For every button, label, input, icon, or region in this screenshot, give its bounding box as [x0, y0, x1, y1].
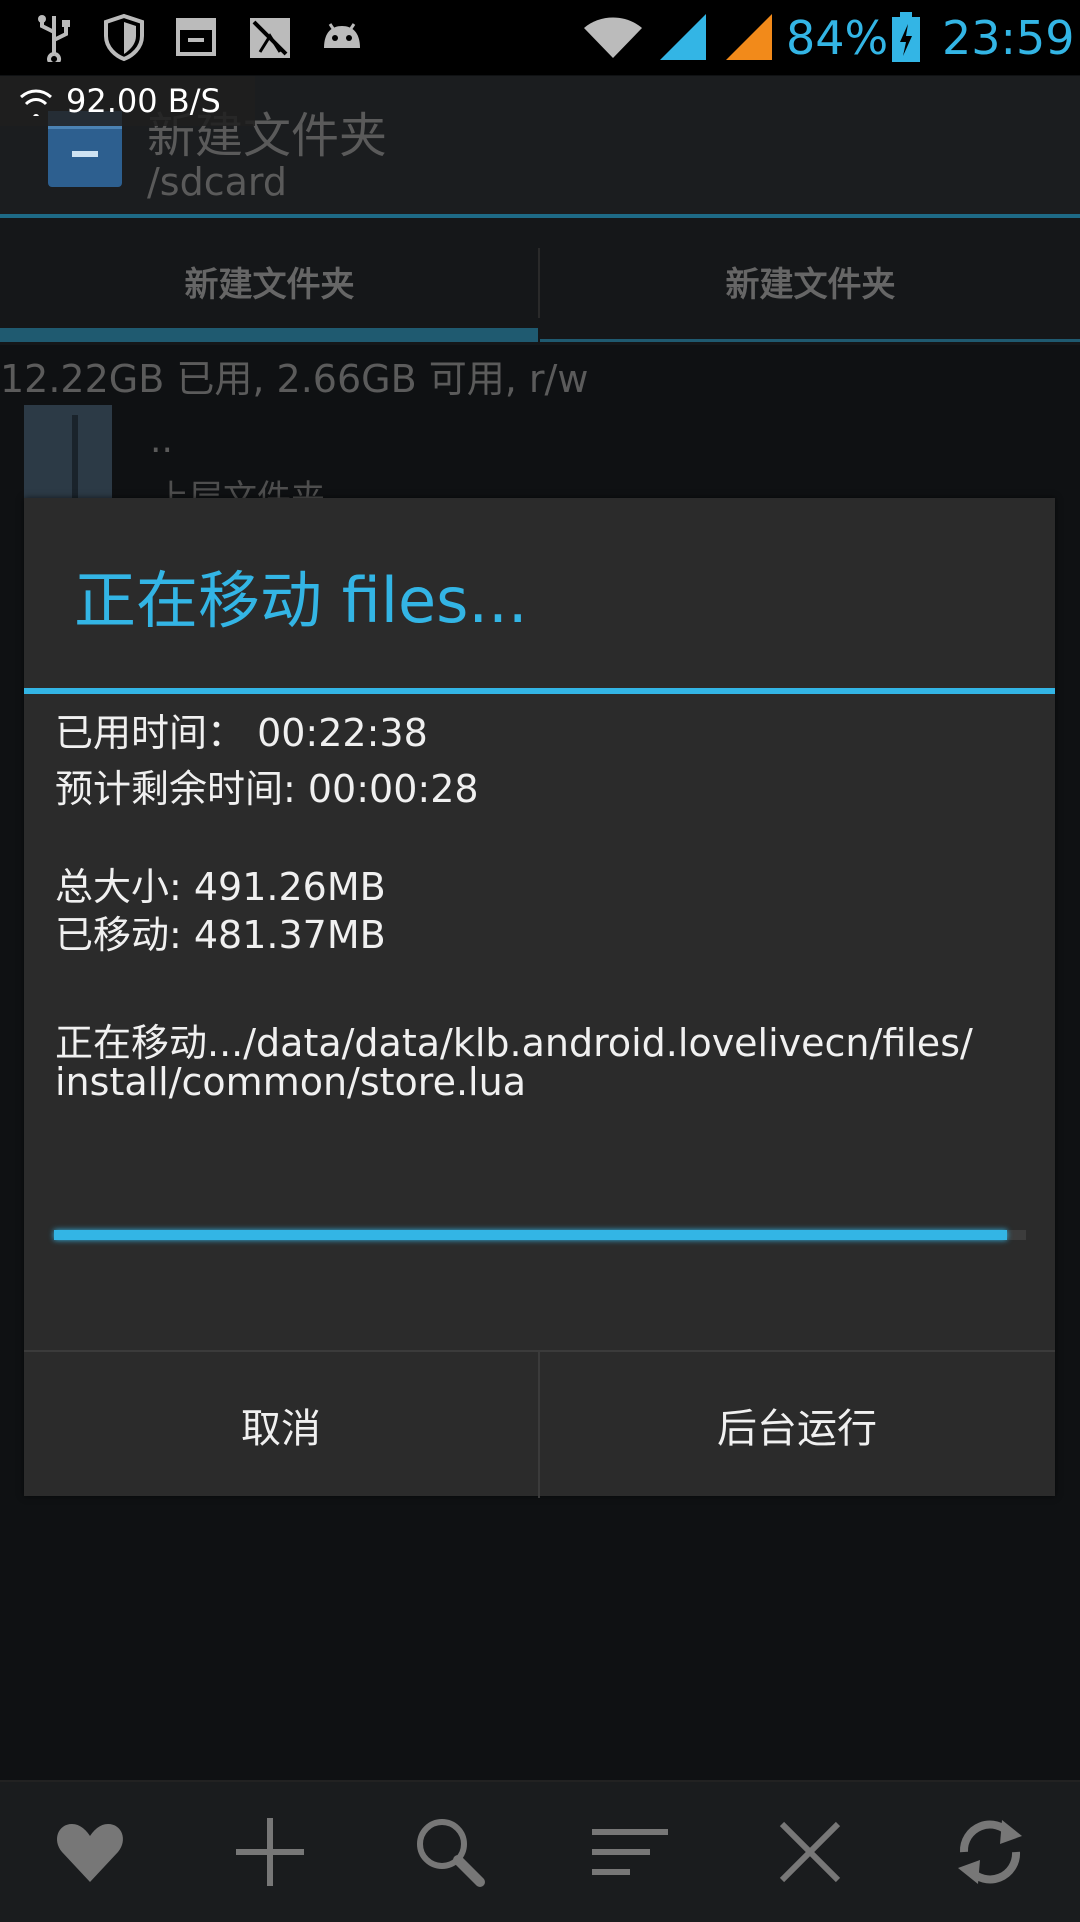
progress-bar: [54, 1230, 1026, 1240]
wifi-icon: [20, 89, 52, 116]
wifi-icon: [584, 17, 642, 58]
battery-icon: [892, 12, 920, 62]
storage-info: 12.22GB 已用, 2.66GB 可用, r/w: [0, 357, 589, 401]
progress-bar-fill: [54, 1230, 1007, 1240]
move-progress-dialog: 正在移动 files... 已用时间： 00:22:38 预计剩余时间: 00:…: [24, 498, 1055, 1498]
action-bar-subtitle: /sdcard: [147, 160, 287, 204]
disabled-app-icon: [250, 18, 290, 58]
current-file-path-line2: install/common/store.lua: [55, 1060, 526, 1104]
shield-icon: [104, 13, 144, 62]
tab-indicator-unselected: [540, 339, 1080, 342]
clock: 23:59: [942, 10, 1075, 65]
tab-indicator-selected: [0, 328, 538, 342]
archive-icon: [176, 18, 216, 56]
remaining-time: 预计剩余时间: 00:00:28: [55, 767, 479, 811]
tab-folder-2[interactable]: 新建文件夹: [541, 218, 1080, 345]
run-in-background-button[interactable]: 后台运行: [540, 1352, 1054, 1498]
sort-icon[interactable]: [590, 1812, 670, 1892]
dialog-title: 正在移动 files...: [74, 564, 528, 637]
network-speed-text: 92.00 B/S: [66, 82, 221, 120]
tab-bar: 新建文件夹 新建文件夹: [0, 218, 1080, 345]
close-icon[interactable]: [770, 1812, 850, 1892]
status-bar: 84% 23:59: [0, 0, 1080, 75]
tab-separator: [538, 248, 540, 318]
usb-icon: [38, 15, 70, 62]
dialog-button-row: 取消 后台运行: [24, 1350, 1055, 1498]
battery-percent: 84%: [786, 10, 889, 65]
total-size: 总大小: 491.26MB: [55, 865, 386, 909]
bottom-toolbar: [0, 1780, 1080, 1922]
moved-size: 已移动: 481.37MB: [55, 913, 386, 957]
network-speed-overlay: 92.00 B/S: [0, 76, 255, 126]
elapsed-time: 已用时间： 00:22:38: [55, 711, 428, 755]
cancel-button[interactable]: 取消: [24, 1352, 538, 1498]
signal-orange-icon: [726, 14, 772, 60]
dialog-title-divider: [24, 688, 1055, 694]
tab-folder-1[interactable]: 新建文件夹: [0, 218, 539, 345]
refresh-icon[interactable]: [950, 1812, 1030, 1892]
search-icon[interactable]: [410, 1812, 490, 1892]
heart-icon[interactable]: [50, 1812, 130, 1892]
signal-blue-icon: [660, 14, 706, 60]
android-icon: [324, 23, 360, 48]
plus-icon[interactable]: [230, 1812, 310, 1892]
current-file-path-line1: 正在移动.../data/data/klb.android.lovelivecn…: [55, 1021, 973, 1065]
list-item-name: ..: [150, 420, 173, 461]
